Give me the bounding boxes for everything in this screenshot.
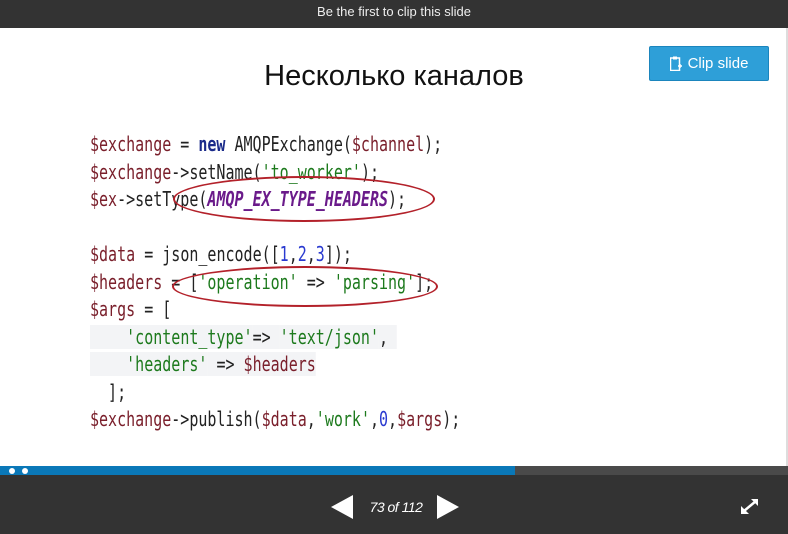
code-token: 'headers' (126, 352, 208, 376)
code-token: => (252, 324, 280, 349)
progress-bar[interactable] (0, 466, 788, 475)
code-token: 'text/json' (279, 324, 379, 349)
progress-dot (22, 468, 28, 474)
slide-counter: 73 of 112 (369, 499, 423, 515)
code-token: $data (90, 242, 136, 266)
triangle-left-icon[interactable] (331, 495, 353, 519)
code-token: $ex (90, 187, 118, 211)
code-token (90, 324, 127, 349)
triangle-right-icon[interactable] (437, 495, 459, 519)
code-token: , (306, 242, 316, 266)
code-token: , (369, 407, 380, 431)
code-token: => (207, 352, 244, 376)
code-line: 'content_type'=> 'text/json', (90, 324, 540, 352)
code-token: , (306, 407, 316, 431)
code-line: $exchange->publish($data,'work',0,$args)… (90, 406, 540, 434)
code-token: ]); (324, 242, 352, 266)
code-token: , (388, 407, 398, 431)
code-token: $channel (351, 132, 425, 156)
code-token: $args (397, 407, 443, 431)
clip-prompt-bar: Be the first to clip this slide (0, 0, 788, 28)
code-token: ]; (90, 379, 127, 404)
code-line: $data = json_encode([1,2,3]); (90, 241, 540, 269)
progress-fill (0, 466, 515, 475)
code-token: , (288, 242, 298, 266)
slide: Clip slide Несколько каналов $exchange =… (0, 28, 788, 466)
code-token (90, 352, 127, 376)
code-token: $data (261, 407, 307, 431)
code-token: $args (90, 297, 136, 321)
progress-dot (9, 468, 15, 474)
code-token: new (198, 132, 226, 156)
code-token: 2 (297, 242, 307, 266)
code-token: , (378, 324, 398, 349)
code-token: ); (442, 407, 461, 431)
annotation-ellipse (173, 176, 435, 222)
code-line: ]; (90, 379, 540, 407)
slide-title: Несколько каналов (264, 60, 524, 92)
code-token: = [ (135, 297, 172, 321)
code-token: 'work' (315, 407, 370, 431)
code-line: $exchange = new AMQPExchange($channel); (90, 131, 540, 159)
code-token: $exchange (90, 407, 172, 431)
code-token: $headers (90, 269, 163, 294)
code-token: = (171, 132, 199, 156)
slide-navigation-bar: 73 of 112 (0, 475, 788, 534)
code-token: ->publish( (171, 407, 262, 431)
clip-prompt-text: Be the first to clip this slide (317, 4, 471, 19)
code-token: 3 (315, 242, 325, 266)
code-token: ); (424, 132, 443, 156)
code-token: $headers (243, 352, 316, 376)
code-token: $exchange (90, 132, 172, 156)
code-token: 'content_type' (126, 324, 253, 349)
code-token: 0 (379, 407, 389, 431)
code-token: AMQPExchange( (225, 132, 352, 156)
code-token: 1 (279, 242, 289, 266)
expand-arrows-icon[interactable] (740, 497, 760, 515)
code-line: 'headers' => $headers (90, 351, 540, 379)
code-token: = json_encode([ (135, 242, 280, 266)
code-token: $exchange (90, 159, 172, 184)
annotation-ellipse (172, 266, 438, 307)
